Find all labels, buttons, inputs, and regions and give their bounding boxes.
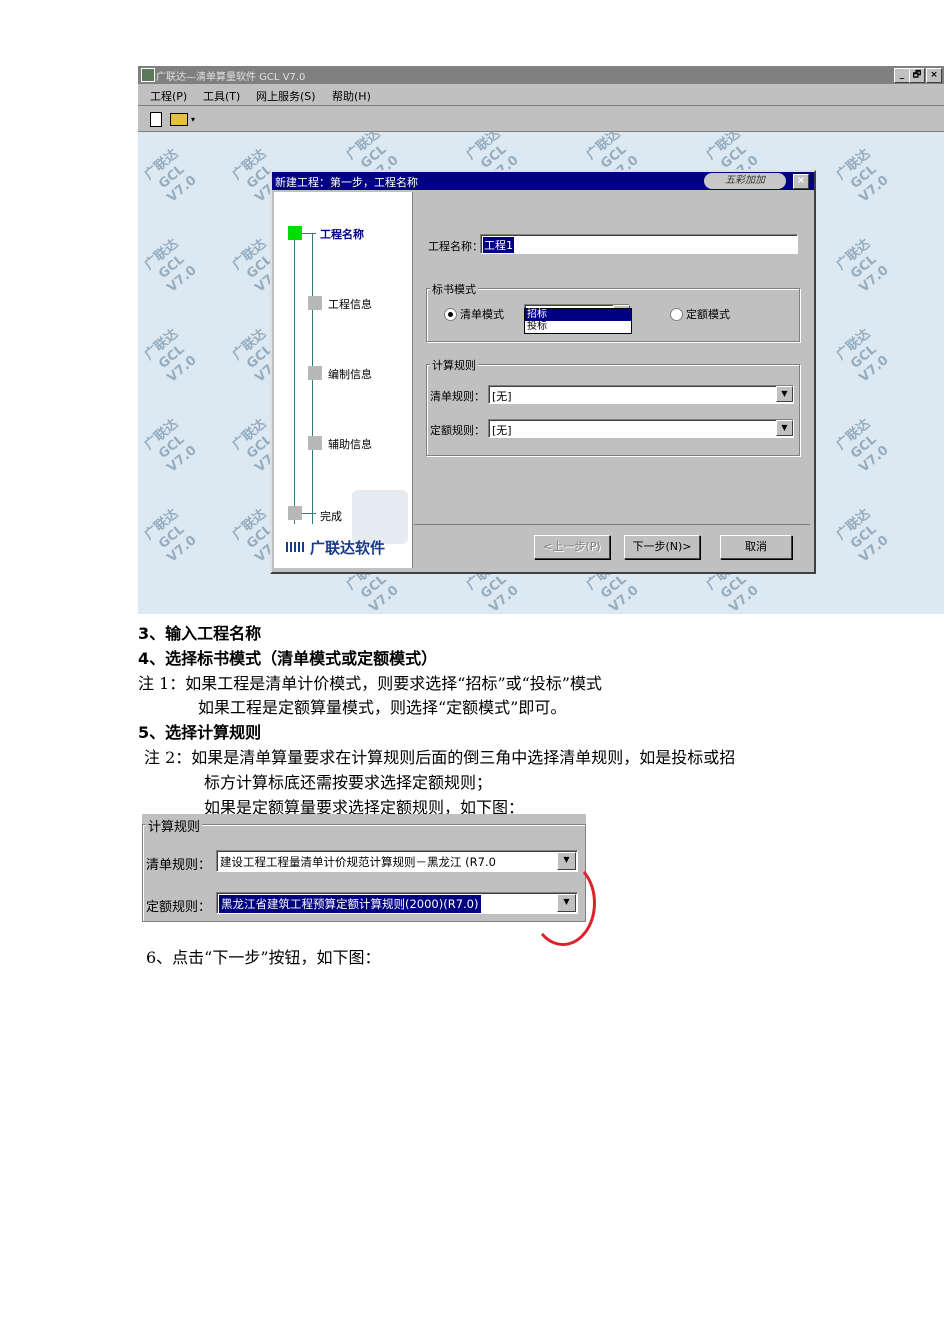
prev-button[interactable]: <上一步(P)	[534, 535, 610, 559]
next-button[interactable]: 下一步(N)>	[624, 535, 700, 559]
menu-project[interactable]: 工程(P)	[150, 88, 187, 104]
watermark-logo: 广联达 GCL V7.0	[141, 326, 200, 386]
note1-line1: 注 1：如果工程是清单计价模式，则要求选择“招标”或“投标”模式	[138, 674, 602, 693]
watermark-logo: 广联达 GCL V7.0	[833, 326, 892, 386]
step-compile-info: 编制信息	[328, 368, 372, 381]
watermark-logo: 广联达 GCL V7.0	[141, 146, 200, 206]
step-finish: 完成	[320, 510, 342, 523]
dialog-logo: 五彩加加	[704, 173, 786, 189]
snippet-quota-rule-select[interactable]: 黑龙江省建筑工程预算定额计算规则(2000)(R7.0) ▼	[216, 892, 578, 914]
bill-rule-value: [无]	[492, 390, 512, 403]
open-folder-icon[interactable]	[170, 113, 188, 126]
watermark-logo: 广联达 GCL V7.0	[833, 236, 892, 296]
snippet-quota-rule-value: 黑龙江省建筑工程预算定额计算规则(2000)(R7.0)	[219, 895, 481, 913]
step-project-info: 工程信息	[328, 298, 372, 311]
bill-rule-select[interactable]: [无] ▼	[488, 385, 794, 404]
watermark-logo: 广联达 GCL V7.0	[833, 146, 892, 206]
brand-name: 广联达软件	[310, 539, 386, 557]
watermark-logo: 广联达 GCL V7.0	[833, 416, 892, 476]
app-window: 广联达—清单算量软件 GCL V7.0 _ 🗗 × 工程(P) 工具(T) 网上…	[138, 66, 944, 614]
step-connector	[302, 233, 316, 234]
new-file-icon[interactable]	[150, 112, 162, 127]
close-button[interactable]: ×	[926, 68, 942, 83]
note2-line1: 注 2：如果是清单算量要求在计算规则后面的倒三角中选择清单规则，如是投标或招	[144, 748, 736, 767]
snippet-bill-rule-select[interactable]: 建设工程工程量清单计价规范计算规则－黑龙江 (R7.0 ▼	[216, 850, 578, 872]
new-project-dialog: 新建工程：第一步，工程名称 五彩加加 × 工程名称 工程信息 编制信息 辅助信息…	[270, 170, 816, 574]
wizard-steps: 工程名称 工程信息 编制信息 辅助信息 完成 广联达软件	[274, 192, 413, 568]
project-name-value: 工程1	[483, 237, 514, 253]
step-aux-info: 辅助信息	[328, 438, 372, 451]
step5-heading: 5、选择计算规则	[138, 723, 262, 742]
title-bar: 广联达—清单算量软件 GCL V7.0 _ 🗗 ×	[138, 66, 944, 84]
step-marker	[308, 366, 322, 380]
calc-rule-snippet: 计算规则 清单规则： 建设工程工程量清单计价规范计算规则－黑龙江 (R7.0 ▼…	[142, 814, 586, 922]
minimize-button[interactable]: _	[894, 68, 910, 83]
note1-line2: 如果工程是定额算量模式，则选择“定额模式”即可。	[198, 698, 567, 717]
bill-mode-dropdown-list: 招标 投标	[524, 308, 632, 334]
quota-rule-select[interactable]: [无] ▼	[488, 419, 794, 438]
dropdown-arrow-icon[interactable]: ▼	[776, 420, 793, 436]
chevron-down-icon[interactable]: ▾	[191, 115, 195, 124]
quota-mode-radio[interactable]	[670, 308, 683, 321]
step-marker	[308, 436, 322, 450]
bill-mode-label: 清单模式	[460, 308, 504, 321]
step-project-name: 工程名称	[320, 228, 364, 241]
step3-heading: 3、输入工程名称	[138, 624, 262, 643]
step-connector	[294, 234, 295, 524]
dialog-close-button[interactable]: ×	[793, 174, 809, 189]
dropdown-arrow-icon[interactable]: ▼	[776, 386, 793, 402]
snippet-quota-rule-label: 定额规则：	[146, 900, 212, 915]
bill-mode-radio[interactable]	[444, 308, 457, 321]
watermark-logo: 广联达 GCL V7.0	[141, 416, 200, 476]
step4-heading: 4、选择标书模式（清单模式或定额模式）	[138, 649, 438, 668]
snippet-bill-rule-label: 清单规则：	[146, 858, 212, 873]
dropdown-option[interactable]: 投标	[525, 321, 631, 333]
cancel-button[interactable]: 取消	[720, 535, 792, 559]
dropdown-option[interactable]: 招标	[525, 309, 631, 321]
restore-button[interactable]: 🗗	[909, 68, 925, 83]
snippet-group-label: 计算规则	[146, 816, 203, 835]
watermark-logo: 广联达 GCL V7.0	[833, 506, 892, 566]
dialog-title: 新建工程：第一步，工程名称	[275, 176, 418, 189]
snippet-bill-rule-value: 建设工程工程量清单计价规范计算规则－黑龙江 (R7.0	[220, 855, 496, 869]
step-marker	[308, 296, 322, 310]
quota-rule-label: 定额规则：	[430, 424, 485, 437]
quota-mode-label: 定额模式	[686, 308, 730, 321]
project-name-input[interactable]: 工程1	[480, 234, 798, 254]
note2-line2: 标方计算标底还需按要求选择定额规则；	[204, 773, 493, 792]
bid-mode-group-label: 标书模式	[430, 281, 478, 297]
step-marker-active	[288, 226, 302, 240]
watermark-logo: 广联达 GCL V7.0	[141, 506, 200, 566]
bill-rule-label: 清单规则：	[430, 390, 485, 403]
watermark-logo: 广联达 GCL V7.0	[141, 236, 200, 296]
step-marker	[288, 506, 302, 520]
menu-help[interactable]: 帮助(H)	[332, 88, 371, 104]
dialog-title-bar: 新建工程：第一步，工程名称 五彩加加 ×	[272, 172, 814, 190]
dialog-button-bar: <上一步(P) 下一步(N)> 取消	[414, 524, 810, 569]
project-name-label: 工程名称：	[428, 240, 483, 253]
menu-online-service[interactable]: 网上服务(S)	[256, 88, 316, 104]
app-icon	[141, 68, 155, 82]
brand-mark-icon	[286, 542, 306, 552]
menu-tools[interactable]: 工具(T)	[203, 88, 240, 104]
quota-rule-value: [无]	[492, 424, 512, 437]
menu-bar: 工程(P) 工具(T) 网上服务(S) 帮助(H)	[138, 85, 944, 106]
toolbar: ▾	[138, 107, 944, 132]
window-title: 广联达—清单算量软件 GCL V7.0	[156, 72, 306, 83]
step-connector	[302, 513, 316, 514]
calc-rule-group-label: 计算规则	[430, 357, 478, 373]
highlight-circle	[530, 860, 596, 946]
calc-rule-group	[426, 364, 800, 456]
dialog-form: 工程名称： 工程1 标书模式 清单模式 招标 ▼ 定额模式 计算规则 清单规则：…	[414, 192, 810, 524]
decorative-graphic	[352, 490, 408, 544]
step6-text: 6、点击“下一步”按钮，如下图：	[146, 948, 381, 967]
